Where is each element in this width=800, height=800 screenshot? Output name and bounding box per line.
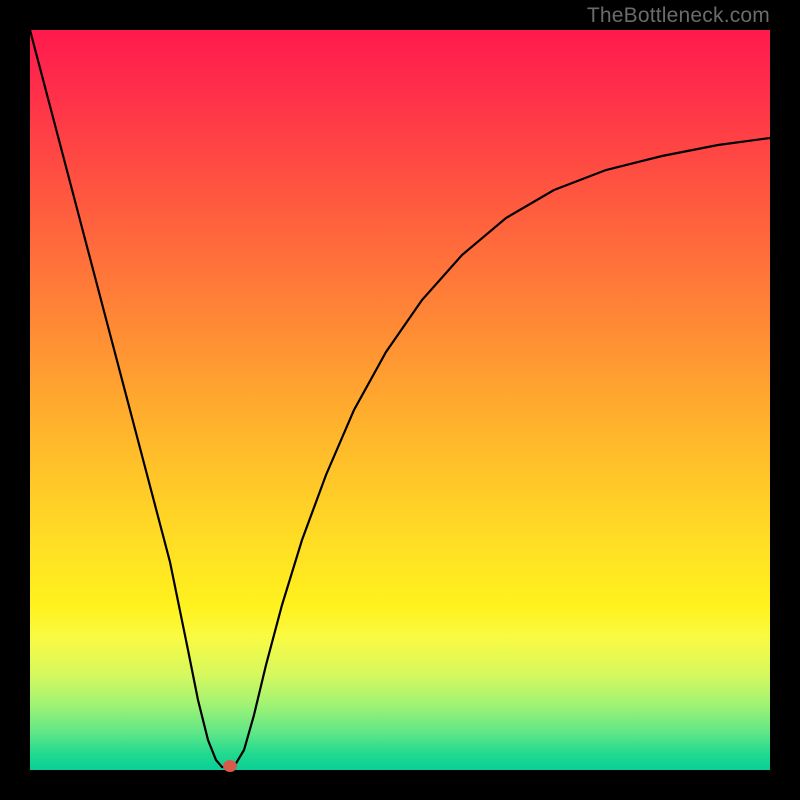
- plot-area: [30, 30, 770, 770]
- bottleneck-curve: [30, 30, 770, 768]
- chart-frame: TheBottleneck.com: [0, 0, 800, 800]
- watermark-text: TheBottleneck.com: [587, 4, 770, 28]
- curve-svg: [30, 30, 770, 770]
- optimum-marker: [223, 760, 237, 772]
